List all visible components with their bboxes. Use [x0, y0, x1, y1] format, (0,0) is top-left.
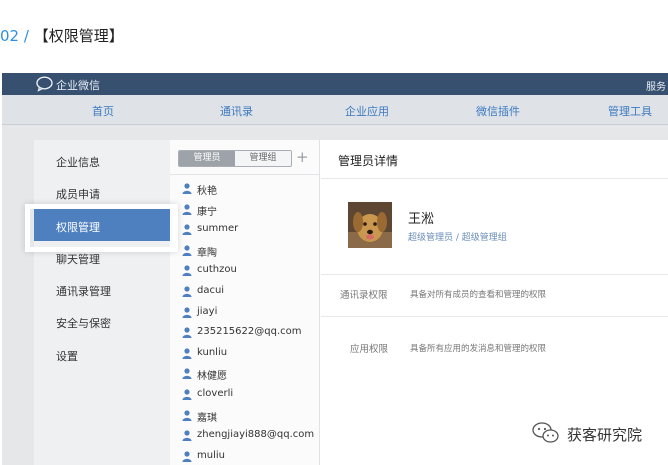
apps-permission-desc: 具备所有应用的发消息和管理的权限	[410, 344, 547, 354]
admin-name-text: dacui	[197, 285, 225, 296]
admin-list-panel: 管理员 管理组 + 秋艳康宁 summer 章陶 cuthzou dacui jiayi 2…	[170, 140, 320, 465]
divider	[321, 274, 668, 275]
person-icon	[182, 265, 192, 277]
nav-contacts[interactable]: 通讯录	[220, 103, 253, 119]
admin-name-text: 秋艳	[197, 186, 217, 197]
admin-name-text: muliu	[197, 449, 225, 461]
admin-name-text: summer	[197, 223, 239, 235]
person-icon	[182, 389, 192, 400]
tab-admins[interactable]: 管理员	[179, 151, 235, 166]
tab-admin-groups[interactable]: 管理组	[235, 151, 291, 166]
contacts-permission-desc: 具备对所有成员的查看和管理的权限	[410, 290, 547, 300]
watermark-text: 获客研究院	[567, 426, 643, 444]
admin-name-text: cuthzou	[197, 264, 237, 276]
nav-management-tools[interactable]: 管理工具	[608, 103, 652, 119]
nav-wechat-plugins[interactable]: 微信插件	[476, 103, 520, 119]
person-icon	[182, 430, 192, 442]
apps-permission-label: 应用权限	[350, 344, 389, 355]
person-icon	[182, 183, 192, 194]
admin-role[interactable]: 超级管理员 / 超级管理组	[408, 230, 507, 243]
admin-name-text: jiayi	[197, 305, 218, 317]
menu-item-security[interactable]: 安全与保密	[34, 305, 170, 337]
menu-item-contacts-management[interactable]: 通讯录管理	[34, 273, 170, 305]
top-bar: 企业微信 服务	[2, 73, 668, 95]
permissions-highlight	[25, 204, 178, 252]
admin-name-text: 嘉琪	[197, 412, 217, 424]
person-icon	[182, 224, 192, 236]
menu-item-settings[interactable]: 设置	[34, 338, 170, 370]
add-admin-button[interactable]: +	[296, 148, 309, 166]
person-icon	[182, 348, 192, 359]
admin-name-text: zhengjiayi888@qq.com	[197, 429, 315, 441]
person-icon	[182, 409, 192, 421]
person-icon	[182, 245, 192, 256]
detail-title: 管理员详情	[338, 154, 399, 168]
divider	[321, 178, 668, 179]
divider	[321, 316, 668, 317]
section-heading: 02 / 【权限管理】	[0, 25, 124, 46]
admin-name-text: 235215622@qq.com	[197, 326, 302, 338]
person-icon	[182, 451, 192, 462]
admin-name: 王淞	[408, 212, 435, 227]
avatar	[348, 202, 392, 248]
wechat-logo-icon	[532, 422, 559, 443]
dog-photo	[348, 202, 392, 248]
contacts-permission-label: 通讯录权限	[340, 290, 388, 301]
main-nav: 首页 通讯录 企业应用 微信插件 管理工具	[2, 95, 668, 125]
admin-tab-switch: 管理员 管理组	[178, 150, 292, 167]
admin-name-text: 康宁	[197, 206, 217, 218]
person-icon	[182, 306, 192, 318]
admin-name-text: 林健愿	[197, 371, 227, 383]
person-icon	[182, 286, 192, 297]
person-icon	[182, 368, 192, 380]
nav-home[interactable]: 首页	[92, 103, 114, 119]
chat-bubble-icon	[36, 76, 53, 92]
content-panel: 企业信息 成员申请 权限管理 聊天管理 通讯录管理 安全与保密 设置 管理员 管…	[34, 140, 668, 465]
screenshot-frame: 企业微信 服务 首页 通讯录 企业应用 微信插件 管理工具 企业信息 成员申请 …	[2, 73, 668, 465]
section-number: 02 /	[0, 27, 34, 45]
admin-name-text: cloverli	[197, 388, 234, 399]
admin-name-text: 章陶	[197, 247, 217, 259]
nav-enterprise-apps[interactable]: 企业应用	[345, 103, 389, 119]
service-link[interactable]: 服务	[646, 78, 666, 93]
divider	[170, 174, 320, 175]
person-icon	[182, 327, 192, 339]
section-title: 【权限管理】	[33, 27, 124, 45]
menu-item-enterprise-info[interactable]: 企业信息	[34, 144, 170, 176]
admin-detail: 管理员详情 王淞 超级管理员 / 超级管理组 通讯录权限 具备对所有成员的查看和…	[321, 140, 668, 465]
person-icon	[182, 203, 192, 215]
app-brand: 企业微信	[56, 79, 100, 92]
admin-name-text: kunliu	[197, 346, 228, 358]
left-menu: 企业信息 成员申请 权限管理 聊天管理 通讯录管理 安全与保密 设置	[34, 140, 170, 465]
